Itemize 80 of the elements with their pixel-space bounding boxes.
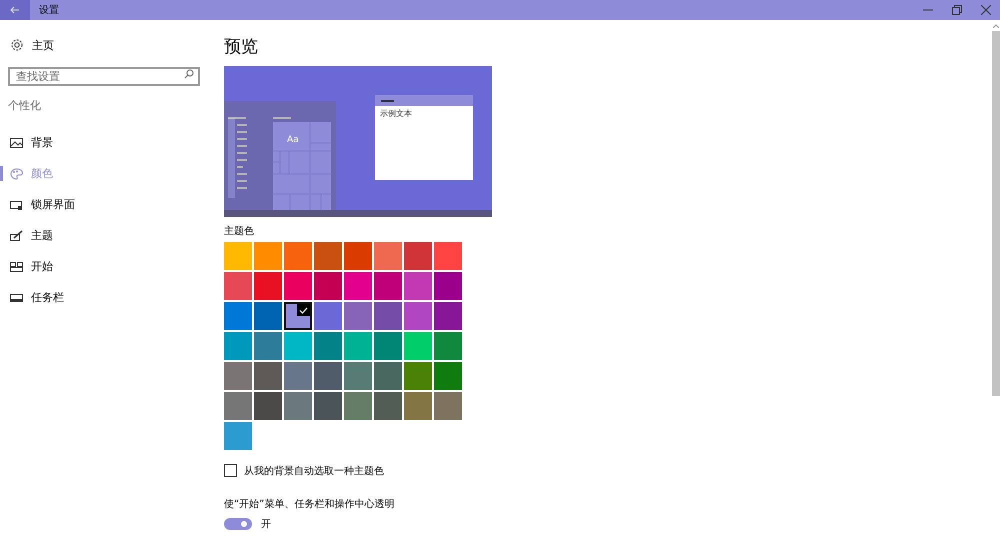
color-swatch[interactable] bbox=[374, 242, 402, 270]
color-swatch[interactable] bbox=[404, 392, 432, 420]
scroll-up-icon bbox=[993, 24, 999, 28]
color-swatch[interactable] bbox=[344, 272, 372, 300]
taskbar-icon bbox=[10, 292, 23, 304]
accent-color-label: 主题色 bbox=[224, 224, 255, 238]
tile-label: Aa bbox=[287, 135, 299, 145]
color-swatch[interactable] bbox=[344, 302, 372, 330]
palette-icon bbox=[10, 168, 23, 180]
color-swatch[interactable] bbox=[344, 242, 372, 270]
color-swatch[interactable] bbox=[254, 392, 282, 420]
color-swatch[interactable] bbox=[254, 302, 282, 330]
color-swatch[interactable] bbox=[374, 272, 402, 300]
color-swatch[interactable] bbox=[314, 242, 342, 270]
color-swatch[interactable] bbox=[224, 422, 252, 450]
color-swatch[interactable] bbox=[254, 242, 282, 270]
back-button[interactable] bbox=[0, 0, 30, 20]
window-title: 设置 bbox=[39, 4, 59, 17]
sample-text: 示例文本 bbox=[380, 108, 412, 119]
color-swatch[interactable] bbox=[224, 272, 252, 300]
color-swatch[interactable] bbox=[434, 332, 462, 360]
color-swatch[interactable] bbox=[434, 242, 462, 270]
sidebar-item[interactable]: 任务栏 bbox=[0, 282, 215, 313]
setting-label: 使“开始”菜单、任务栏和操作中心透明 bbox=[224, 498, 396, 511]
page-title: 预览 bbox=[224, 36, 259, 56]
color-swatch[interactable] bbox=[224, 392, 252, 420]
color-swatch[interactable] bbox=[314, 362, 342, 390]
color-swatch[interactable] bbox=[404, 242, 432, 270]
color-swatch[interactable] bbox=[284, 302, 312, 330]
color-swatch[interactable] bbox=[284, 332, 312, 360]
restore-icon bbox=[952, 5, 962, 15]
search-icon bbox=[184, 69, 194, 79]
color-swatch[interactable] bbox=[254, 362, 282, 390]
color-swatch[interactable] bbox=[374, 302, 402, 330]
color-swatch[interactable] bbox=[374, 362, 402, 390]
color-swatch[interactable] bbox=[404, 272, 432, 300]
brush-icon bbox=[10, 230, 23, 242]
monitor-lock-icon bbox=[10, 198, 23, 210]
color-swatch[interactable] bbox=[254, 272, 282, 300]
color-swatch[interactable] bbox=[314, 272, 342, 300]
sidebar-item[interactable]: 开始 bbox=[0, 251, 215, 282]
color-swatch[interactable] bbox=[224, 362, 252, 390]
color-swatch[interactable] bbox=[404, 362, 432, 390]
color-swatch[interactable] bbox=[344, 332, 372, 360]
search-field[interactable]: 查找设置 bbox=[8, 67, 200, 86]
color-swatch[interactable] bbox=[284, 242, 312, 270]
color-swatch[interactable] bbox=[434, 362, 462, 390]
color-swatch[interactable] bbox=[344, 362, 372, 390]
color-swatch[interactable] bbox=[404, 332, 432, 360]
color-swatch[interactable] bbox=[314, 332, 342, 360]
home-link[interactable]: 主页 bbox=[0, 37, 215, 53]
color-swatch[interactable] bbox=[434, 272, 462, 300]
color-swatch[interactable] bbox=[434, 392, 462, 420]
color-swatch[interactable] bbox=[314, 302, 342, 330]
sidebar-item[interactable]: 背景 bbox=[0, 127, 215, 158]
toggle-switch[interactable] bbox=[224, 518, 252, 530]
color-swatch[interactable] bbox=[314, 392, 342, 420]
image-icon bbox=[10, 136, 23, 148]
sidebar-item[interactable]: 主题 bbox=[0, 220, 215, 251]
close-icon bbox=[980, 5, 990, 15]
checkbox-label: 从我的背景自动选取一种主题色 bbox=[244, 464, 384, 478]
section-heading: 个性化 bbox=[7, 98, 42, 114]
sidebar-item[interactable]: 锁屏界面 bbox=[0, 189, 215, 220]
color-swatch[interactable] bbox=[404, 302, 432, 330]
color-swatch[interactable] bbox=[344, 392, 372, 420]
settings-icon bbox=[10, 38, 24, 52]
color-swatch[interactable] bbox=[434, 302, 462, 330]
tiles-icon bbox=[10, 260, 23, 272]
color-swatch[interactable] bbox=[374, 332, 402, 360]
color-swatch[interactable] bbox=[284, 362, 312, 390]
color-swatch[interactable] bbox=[224, 332, 252, 360]
color-swatch[interactable] bbox=[284, 392, 312, 420]
checkbox[interactable] bbox=[224, 464, 237, 477]
color-swatch[interactable] bbox=[254, 332, 282, 360]
back-arrow-icon bbox=[10, 6, 20, 14]
color-swatch[interactable] bbox=[284, 272, 312, 300]
color-swatch[interactable] bbox=[224, 242, 252, 270]
color-swatch[interactable] bbox=[224, 302, 252, 330]
toggle-state: 开 bbox=[261, 518, 271, 531]
color-swatch[interactable] bbox=[374, 392, 402, 420]
